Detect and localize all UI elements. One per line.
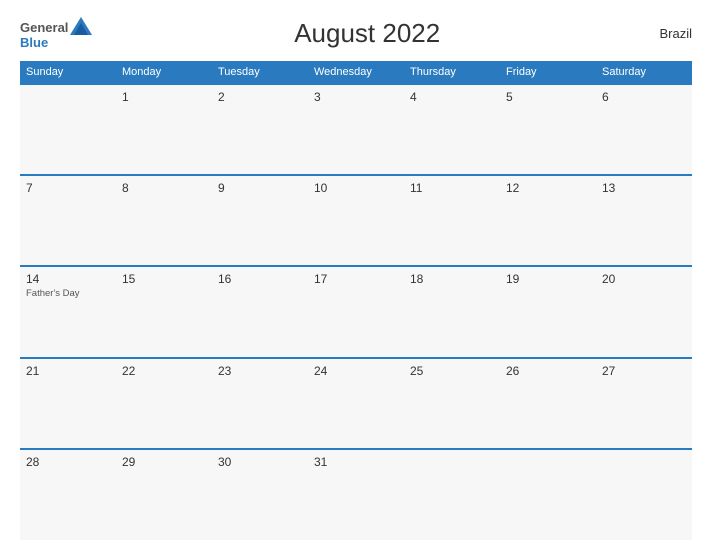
day-number: 27 [602, 364, 686, 378]
day-number: 3 [314, 90, 398, 104]
day-number: 14 [26, 272, 110, 286]
calendar-page: General Blue August 2022 Brazil SundayMo… [0, 0, 712, 550]
day-number: 31 [314, 455, 398, 469]
day-number: 8 [122, 181, 206, 195]
day-number: 16 [218, 272, 302, 286]
holiday-label: Father's Day [26, 288, 110, 299]
calendar-cell [404, 449, 500, 540]
calendar-cell: 5 [500, 84, 596, 175]
day-number: 17 [314, 272, 398, 286]
calendar-cell: 22 [116, 358, 212, 449]
country-label: Brazil [642, 26, 692, 41]
calendar-cell: 6 [596, 84, 692, 175]
weekday-header-monday: Monday [116, 61, 212, 84]
weekday-header-row: SundayMondayTuesdayWednesdayThursdayFrid… [20, 61, 692, 84]
weekday-header-sunday: Sunday [20, 61, 116, 84]
calendar-cell: 26 [500, 358, 596, 449]
day-number: 24 [314, 364, 398, 378]
calendar-cell: 17 [308, 266, 404, 357]
calendar-cell: 1 [116, 84, 212, 175]
calendar-cell: 4 [404, 84, 500, 175]
calendar-table: SundayMondayTuesdayWednesdayThursdayFrid… [20, 61, 692, 540]
weekday-header-thursday: Thursday [404, 61, 500, 84]
calendar-cell: 3 [308, 84, 404, 175]
day-number: 28 [26, 455, 110, 469]
calendar-cell: 30 [212, 449, 308, 540]
week-row-5: 28 29 30 31 [20, 449, 692, 540]
calendar-cell: 14 Father's Day [20, 266, 116, 357]
calendar-cell: 13 [596, 175, 692, 266]
day-number: 5 [506, 90, 590, 104]
day-number: 30 [218, 455, 302, 469]
day-number: 2 [218, 90, 302, 104]
calendar-header: General Blue August 2022 Brazil [20, 18, 692, 49]
day-number: 13 [602, 181, 686, 195]
day-number: 20 [602, 272, 686, 286]
calendar-cell [596, 449, 692, 540]
week-row-3: 14 Father's Day 15 16 17 18 19 20 [20, 266, 692, 357]
day-number: 11 [410, 181, 494, 195]
calendar-cell: 21 [20, 358, 116, 449]
calendar-cell: 8 [116, 175, 212, 266]
day-number: 6 [602, 90, 686, 104]
calendar-cell [20, 84, 116, 175]
day-number: 25 [410, 364, 494, 378]
calendar-cell: 29 [116, 449, 212, 540]
calendar-cell: 18 [404, 266, 500, 357]
calendar-cell: 9 [212, 175, 308, 266]
weekday-header-saturday: Saturday [596, 61, 692, 84]
calendar-cell: 31 [308, 449, 404, 540]
logo-general-text: General [20, 21, 68, 34]
calendar-cell: 28 [20, 449, 116, 540]
day-number: 12 [506, 181, 590, 195]
calendar-cell: 25 [404, 358, 500, 449]
calendar-cell: 12 [500, 175, 596, 266]
day-number: 22 [122, 364, 206, 378]
calendar-cell: 11 [404, 175, 500, 266]
calendar-cell: 20 [596, 266, 692, 357]
calendar-cell: 2 [212, 84, 308, 175]
calendar-cell: 24 [308, 358, 404, 449]
day-number: 9 [218, 181, 302, 195]
week-row-2: 789 10 11 12 13 [20, 175, 692, 266]
day-number: 15 [122, 272, 206, 286]
week-row-4: 21 22 23 24 25 26 27 [20, 358, 692, 449]
calendar-cell: 27 [596, 358, 692, 449]
calendar-cell: 10 [308, 175, 404, 266]
day-number: 19 [506, 272, 590, 286]
day-number: 10 [314, 181, 398, 195]
calendar-cell: 23 [212, 358, 308, 449]
weekday-header-tuesday: Tuesday [212, 61, 308, 84]
day-number: 23 [218, 364, 302, 378]
calendar-cell: 16 [212, 266, 308, 357]
logo-blue-text: Blue [20, 36, 48, 49]
weekday-header-friday: Friday [500, 61, 596, 84]
calendar-cell: 19 [500, 266, 596, 357]
calendar-title: August 2022 [92, 18, 642, 49]
logo-icon [70, 17, 92, 35]
weekday-header-wednesday: Wednesday [308, 61, 404, 84]
day-number: 4 [410, 90, 494, 104]
day-number: 21 [26, 364, 110, 378]
day-number: 29 [122, 455, 206, 469]
week-row-1: 123456 [20, 84, 692, 175]
day-number: 18 [410, 272, 494, 286]
day-number: 1 [122, 90, 206, 104]
day-number: 7 [26, 181, 110, 195]
day-number: 26 [506, 364, 590, 378]
calendar-cell [500, 449, 596, 540]
logo: General Blue [20, 18, 92, 49]
calendar-cell: 15 [116, 266, 212, 357]
calendar-cell: 7 [20, 175, 116, 266]
